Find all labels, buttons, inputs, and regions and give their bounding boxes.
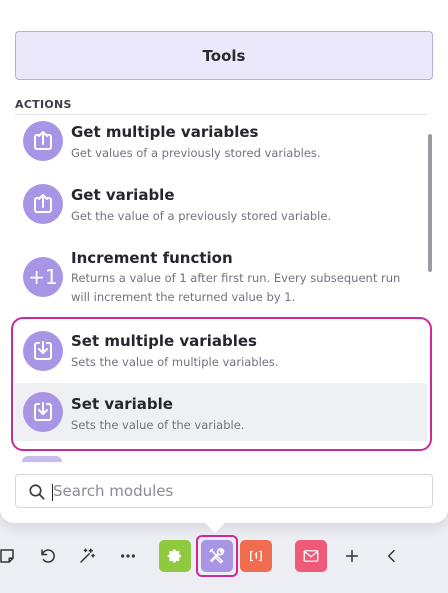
magic-wand-button[interactable] (75, 540, 99, 572)
tools-button-highlight (196, 535, 238, 577)
module-increment-function[interactable]: +1 Increment function Returns a value of… (15, 241, 427, 319)
more-icon (121, 554, 135, 558)
search-box[interactable] (15, 474, 433, 508)
json-icon (250, 550, 262, 562)
module-title: Get multiple variables (71, 123, 259, 141)
add-button[interactable] (340, 540, 364, 572)
undo-button[interactable] (36, 540, 60, 572)
increment-icon-text: +1 (28, 265, 58, 289)
section-label-actions: ACTIONS (15, 98, 72, 111)
chevron-left-icon (387, 549, 395, 563)
module-get-multiple-variables[interactable]: Get multiple variables Get values of a p… (15, 115, 427, 178)
email-icon (303, 550, 319, 562)
more-button[interactable] (116, 540, 140, 572)
module-title: Increment function (71, 249, 233, 267)
collapse-button[interactable] (380, 540, 404, 572)
search-input[interactable] (53, 476, 423, 506)
upload-icon (23, 121, 63, 161)
list-scrollbar[interactable] (428, 134, 432, 272)
gear-icon (167, 549, 181, 563)
module-description: Get the value of a previously stored var… (71, 209, 332, 223)
module-description: Get values of a previously stored variab… (71, 146, 321, 160)
panel-title: Tools (15, 31, 433, 80)
tools-panel: Tools ACTIONS Get multiple variables Get… (0, 0, 448, 523)
module-get-variable[interactable]: Get variable Get the value of a previous… (15, 178, 427, 241)
search-icon (29, 484, 45, 500)
plus-icon (345, 549, 359, 563)
highlight-box (11, 317, 432, 451)
next-module-peek (22, 456, 62, 462)
module-title: Get variable (71, 186, 175, 204)
note-icon (0, 549, 14, 563)
json-module-button[interactable] (240, 540, 272, 572)
settings-module-button[interactable] (159, 540, 191, 572)
note-button[interactable] (0, 540, 18, 572)
email-module-button[interactable] (295, 540, 327, 572)
upload-icon (23, 184, 63, 224)
module-description: Returns a value of 1 after first run. Ev… (71, 271, 401, 304)
undo-icon (41, 549, 55, 563)
increment-icon: +1 (23, 257, 63, 297)
magic-wand-icon (80, 548, 95, 563)
